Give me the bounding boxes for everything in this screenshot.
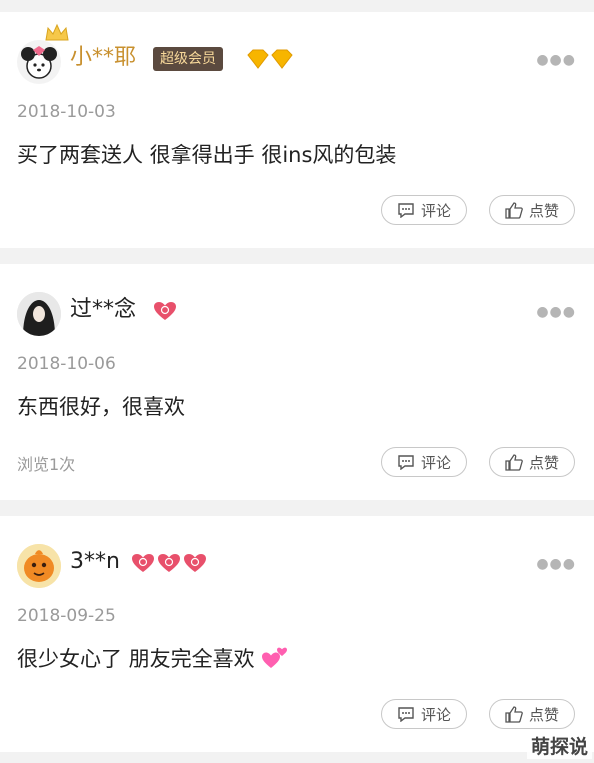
thumbs-up-icon (505, 705, 523, 723)
comment-icon (398, 203, 414, 218)
comment-card: 小**耶 超级会员 ●●● 2018-10-03 买了两套送人 很拿得出手 很i… (0, 12, 594, 248)
like-label: 点赞 (528, 201, 559, 220)
like-button[interactable]: 点赞 (489, 699, 575, 729)
comment-card: 过**念 ●●● 2018-10-06 东西很好，很喜欢 浏览1次 评论 点赞 (0, 264, 594, 500)
comment-button[interactable]: 评论 (381, 195, 467, 225)
comment-icon (398, 455, 414, 470)
comment-date: 2018-10-06 (17, 354, 116, 374)
comment-card: 3**n ●●● 2018-09-25 很少女心了 朋友完全喜欢 评论 点赞 (0, 516, 594, 752)
heart-level-icon (132, 554, 206, 572)
more-options-icon[interactable]: ●●● (536, 556, 576, 572)
user-avatar[interactable] (17, 40, 61, 84)
minnie-avatar-icon (21, 46, 57, 79)
like-label: 点赞 (528, 453, 559, 472)
comment-text: 很少女心了 朋友完全喜欢 (17, 644, 289, 674)
watermark: 萌探说 (526, 732, 592, 759)
like-label: 点赞 (528, 705, 559, 724)
more-options-icon[interactable]: ●●● (536, 304, 576, 320)
vip-badge: 超级会员 (153, 47, 223, 71)
more-options-icon[interactable]: ●●● (536, 52, 576, 68)
thumbs-up-icon (505, 201, 523, 219)
comment-text: 买了两套送人 很拿得出手 很ins风的包装 (17, 143, 397, 167)
comment-text: 东西很好，很喜欢 (17, 395, 185, 419)
comment-label: 评论 (420, 705, 451, 724)
comment-button[interactable]: 评论 (381, 447, 467, 477)
heart-level-icon (154, 302, 176, 320)
like-button[interactable]: 点赞 (489, 447, 575, 477)
comment-button[interactable]: 评论 (381, 699, 467, 729)
orange-mascot-avatar-icon (17, 544, 61, 588)
diamond-level-icon (247, 49, 293, 69)
username[interactable]: 小**耶 (70, 44, 136, 72)
comment-text-body: 很少女心了 朋友完全喜欢 (17, 647, 255, 671)
user-avatar[interactable] (17, 544, 61, 588)
comment-date: 2018-10-03 (17, 102, 116, 122)
crown-icon (45, 23, 69, 41)
comment-icon (398, 707, 414, 722)
like-button[interactable]: 点赞 (489, 195, 575, 225)
user-avatar[interactable] (17, 292, 61, 336)
comment-label: 评论 (420, 201, 451, 220)
photo-avatar-icon (17, 292, 61, 336)
comment-date: 2018-09-25 (17, 606, 116, 626)
thumbs-up-icon (505, 453, 523, 471)
username[interactable]: 3**n (70, 548, 120, 576)
comment-label: 评论 (420, 453, 451, 472)
two-hearts-emoji-icon (262, 647, 288, 668)
username[interactable]: 过**念 (70, 296, 136, 324)
view-count: 浏览1次 (17, 455, 76, 474)
